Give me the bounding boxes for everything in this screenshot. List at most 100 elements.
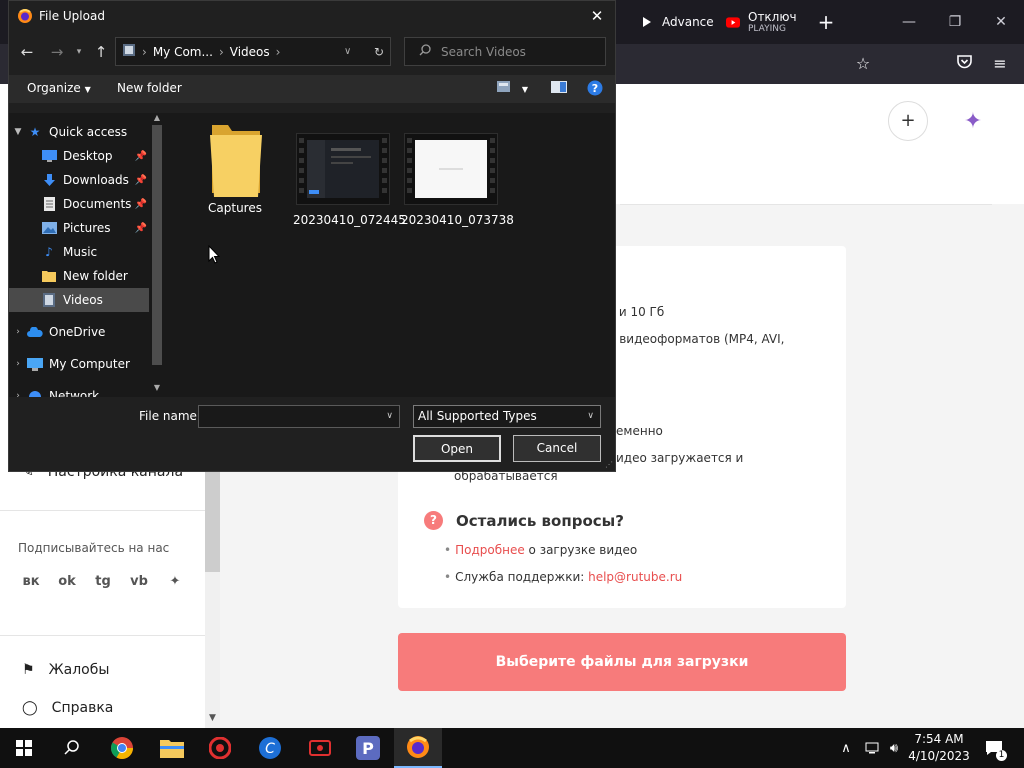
info-line: тво видеоформатов (MP4, AVI, <box>594 332 785 346</box>
tree-item-videos[interactable]: Videos <box>9 288 149 312</box>
video-folder-icon <box>122 43 136 60</box>
tab-youtube[interactable]: Отключ PLAYING <box>726 6 797 38</box>
search-icon <box>419 44 431 59</box>
cancel-button[interactable]: Cancel <box>513 435 601 462</box>
pin-icon: 📌 <box>134 150 147 162</box>
tree-item-quick-access[interactable]: ▼ ★ Quick access <box>9 120 149 144</box>
start-button[interactable] <box>0 728 48 768</box>
file-item-folder[interactable]: Captures <box>185 121 285 215</box>
file-name: Captures <box>208 201 262 215</box>
p-app-icon[interactable]: P <box>344 728 392 768</box>
refresh-icon[interactable]: ↻ <box>374 45 384 59</box>
up-arrow-icon[interactable]: ↑ <box>89 41 113 63</box>
breadcrumb-item[interactable]: Videos <box>230 45 270 59</box>
search-input[interactable]: Search Videos <box>404 37 606 66</box>
dzen-icon[interactable]: ✦ <box>164 571 186 593</box>
forward-arrow-icon[interactable]: → <box>45 41 69 63</box>
new-tab-button[interactable]: + <box>814 10 838 34</box>
resize-grip-icon[interactable]: ⋰ <box>605 460 613 469</box>
chrome-icon[interactable] <box>98 728 146 768</box>
firefox-icon <box>17 8 33 24</box>
network-icon[interactable] <box>862 728 882 768</box>
support-email-link[interactable]: help@rutube.ru <box>588 570 682 584</box>
tab-label: Отключ <box>748 10 797 24</box>
tree-item-desktop[interactable]: Desktop 📌 <box>9 144 149 168</box>
tree-item-downloads[interactable]: Downloads 📌 <box>9 168 149 192</box>
tree-item-pictures[interactable]: Pictures 📌 <box>9 216 149 240</box>
file-explorer-icon[interactable] <box>148 728 196 768</box>
screen-recorder-icon[interactable] <box>296 728 344 768</box>
new-folder-button[interactable]: New folder <box>117 81 182 95</box>
dialog-close-button[interactable]: ✕ <box>585 5 609 27</box>
recent-chevron-icon[interactable]: ▾ <box>67 41 91 63</box>
add-video-button[interactable]: + <box>888 101 928 141</box>
windows-logo-icon <box>16 740 32 756</box>
tree-item-music[interactable]: ♪ Music <box>9 240 149 264</box>
sidebar-item-help[interactable]: ◯ Справка <box>22 700 113 716</box>
help-icon[interactable]: ? <box>587 80 603 99</box>
expand-chevron-icon[interactable]: › <box>9 327 27 337</box>
organize-button[interactable]: Organize ▼ <box>27 81 91 95</box>
avatar[interactable]: ✦ <box>956 105 990 139</box>
address-dropdown-icon[interactable]: ∨ <box>344 46 351 57</box>
volume-icon[interactable]: 🔊︎ <box>884 728 904 768</box>
close-window-button[interactable]: ✕ <box>986 8 1016 36</box>
taskbar-clock[interactable]: 7:54 AM 4/10/2023 <box>904 731 974 765</box>
expand-chevron-icon[interactable]: ▼ <box>9 127 27 137</box>
back-arrow-icon[interactable]: ← <box>15 41 39 63</box>
scroll-up-icon[interactable]: ▲ <box>151 113 163 122</box>
breadcrumb-separator-icon: › <box>275 44 281 59</box>
address-bar[interactable]: › My Com... › Videos › ∨ ↻ <box>115 37 391 66</box>
maximize-button[interactable]: ❐ <box>940 8 970 36</box>
dialog-toolbar: Organize ▼ New folder ▼ ? <box>9 75 615 103</box>
more-link[interactable]: Подробнее <box>455 543 525 557</box>
dialog-title-bar[interactable]: File Upload <box>9 1 615 31</box>
tree-scroll-thumb[interactable] <box>152 125 162 365</box>
document-icon <box>41 197 57 211</box>
breadcrumb-separator-icon: › <box>218 44 224 59</box>
sidebar-item-complaints[interactable]: ⚑ Жалобы <box>22 662 109 678</box>
file-item-video[interactable]: 20230410_073738 <box>401 133 514 227</box>
youtube-icon <box>726 15 740 29</box>
file-type-select[interactable]: All Supported Types ∨ <box>413 405 601 428</box>
firefox-taskbar-icon[interactable] <box>394 728 442 768</box>
tree-item-onedrive[interactable]: › OneDrive <box>9 320 149 344</box>
tree-item-network[interactable]: › Network <box>9 384 149 397</box>
show-hidden-icons-icon[interactable]: ∧ <box>836 728 856 768</box>
breadcrumb-item[interactable]: My Com... <box>153 45 213 59</box>
menu-hamburger-icon[interactable]: ≡ <box>988 52 1012 76</box>
select-files-button[interactable]: Выберите файлы для загрузки <box>398 633 846 691</box>
scroll-down-icon[interactable]: ▼ <box>151 383 163 392</box>
app-gear-icon[interactable] <box>196 728 244 768</box>
folder-icon <box>41 269 57 283</box>
open-button[interactable]: Open <box>413 435 501 462</box>
tree-item-documents[interactable]: Documents 📌 <box>9 192 149 216</box>
minimize-button[interactable]: — <box>894 8 924 36</box>
search-icon[interactable] <box>48 728 96 768</box>
tab-label: Advance <box>662 14 714 29</box>
svg-text:P: P <box>362 739 374 758</box>
view-options-icon[interactable]: ▼ <box>497 81 528 95</box>
pocket-icon[interactable] <box>952 52 976 76</box>
video-thumbnail <box>296 133 390 205</box>
cloud-icon <box>27 325 43 339</box>
file-name: 20230410_072445 <box>293 213 406 227</box>
tree-item-new-folder[interactable]: New folder <box>9 264 149 288</box>
chevron-down-icon[interactable]: ∨ <box>386 406 393 427</box>
preview-pane-icon[interactable] <box>551 81 567 96</box>
vk-icon[interactable]: вк <box>20 571 42 593</box>
viber-icon[interactable]: vb <box>128 571 150 593</box>
expand-chevron-icon[interactable]: › <box>9 359 27 369</box>
notification-center-icon[interactable]: 1 <box>980 728 1008 768</box>
tree-item-my-computer[interactable]: › My Computer <box>9 352 149 376</box>
header-divider <box>620 204 992 205</box>
ok-icon[interactable]: ok <box>56 571 78 593</box>
navigation-pane: ▼ ★ Quick access Desktop 📌 Downloads 📌 D… <box>9 113 165 397</box>
file-name-input[interactable]: ∨ <box>198 405 400 428</box>
scroll-down-icon[interactable]: ▼ <box>205 713 220 725</box>
ccleaner-icon[interactable]: C <box>246 728 294 768</box>
bookmark-star-icon[interactable]: ☆ <box>851 52 875 76</box>
telegram-icon[interactable]: tg <box>92 571 114 593</box>
tab-advance[interactable]: Advance <box>640 6 714 38</box>
file-item-video[interactable]: 20230410_072445 <box>293 133 406 227</box>
